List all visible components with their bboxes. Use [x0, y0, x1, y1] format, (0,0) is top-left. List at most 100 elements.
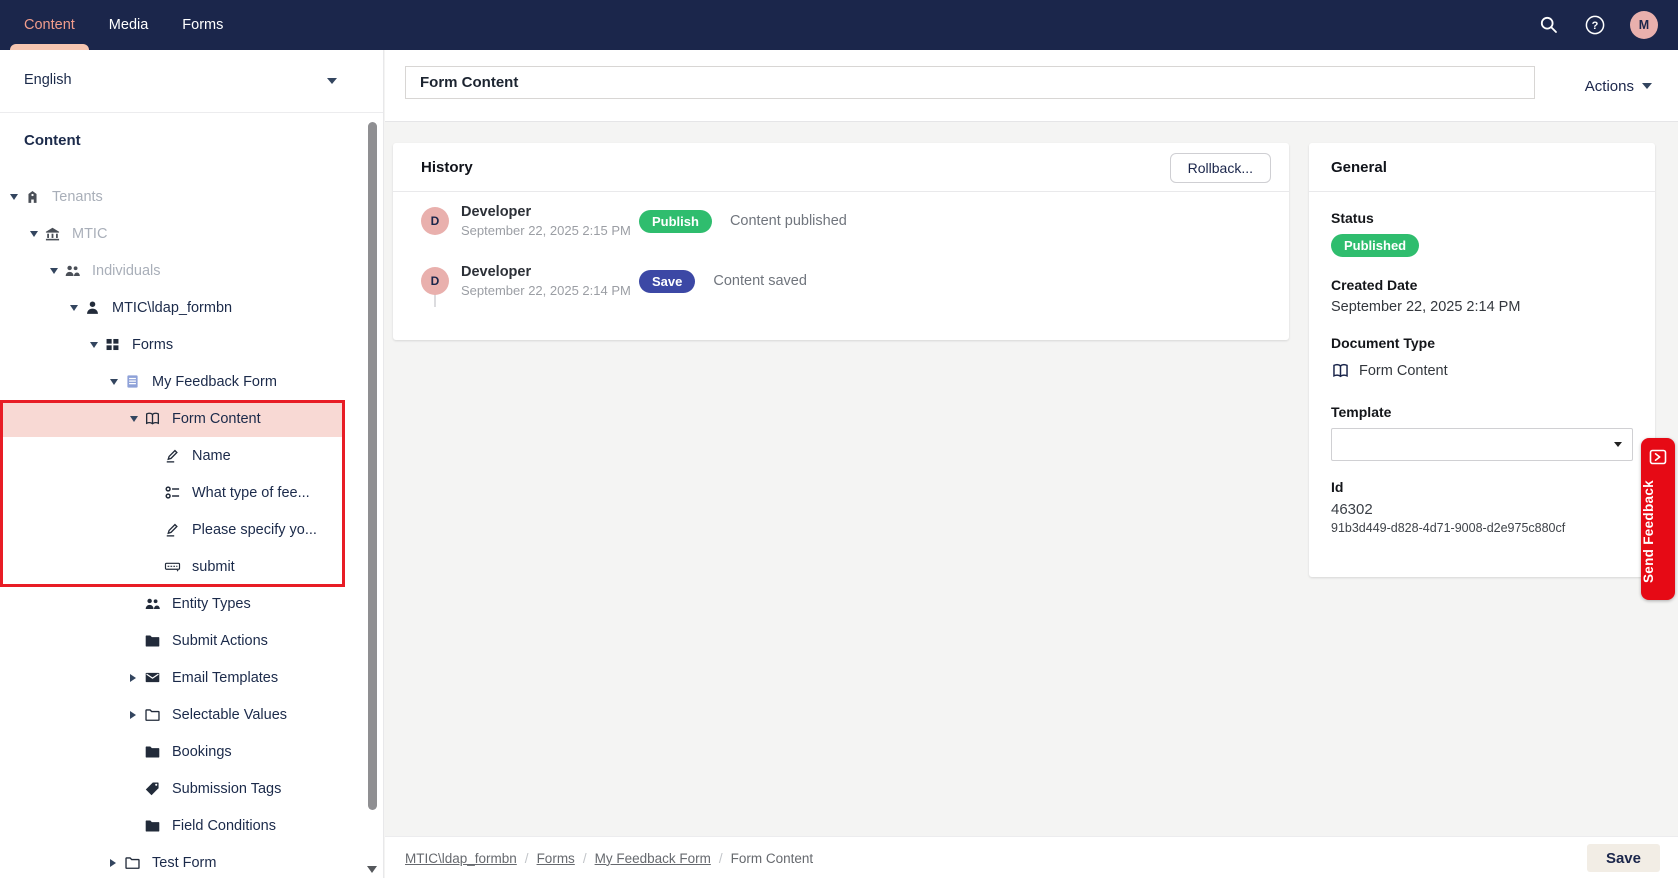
chevron-down-icon — [1614, 442, 1622, 447]
tree-item-email-templates[interactable]: Email Templates — [0, 659, 345, 696]
tab-content[interactable]: Content — [24, 0, 75, 50]
send-feedback-tab[interactable]: Send Feedback — [1641, 438, 1675, 600]
rollback-button[interactable]: Rollback... — [1170, 153, 1271, 183]
signature-icon — [164, 447, 181, 464]
tab-media[interactable]: Media — [109, 0, 149, 50]
breadcrumb-my-feedback-form[interactable]: My Feedback Form — [595, 851, 711, 866]
tree-section-label: Content — [24, 132, 81, 149]
breadcrumb-separator: / — [583, 851, 587, 866]
expander-caret[interactable] — [30, 231, 38, 237]
tab-forms[interactable]: Forms — [182, 0, 223, 50]
template-select[interactable] — [1331, 428, 1633, 461]
help-icon[interactable]: ? — [1584, 14, 1606, 36]
tree-item-label: My Feedback Form — [152, 374, 277, 390]
tree-item-submission-tags[interactable]: Submission Tags — [0, 770, 345, 807]
node-title-input[interactable] — [405, 66, 1535, 99]
history-panel-header: History Rollback... — [393, 143, 1289, 192]
people-icon — [64, 262, 81, 279]
search-icon[interactable] — [1538, 14, 1560, 36]
send-feedback-icon — [1648, 447, 1668, 467]
expander-caret[interactable] — [110, 379, 118, 385]
save-button[interactable]: Save — [1587, 844, 1660, 872]
user-avatar[interactable]: M — [1630, 11, 1658, 39]
language-dropdown[interactable]: English — [0, 50, 383, 113]
tree-item-label: Please specify yo... — [192, 522, 317, 538]
person-icon — [84, 299, 101, 316]
tree-item-tenants[interactable]: Tenants — [0, 178, 345, 215]
id-label: Id — [1331, 479, 1633, 495]
section-tabs: Content Media Forms — [24, 0, 223, 50]
expander-caret[interactable] — [110, 859, 116, 867]
tree-item-please-specify-yo[interactable]: Please specify yo... — [0, 511, 345, 548]
expander-caret[interactable] — [130, 674, 136, 682]
send-feedback-label: Send Feedback — [1641, 472, 1675, 592]
history-entry-text: Content saved — [713, 273, 807, 289]
top-navigation-bar: Content Media Forms ? M — [0, 0, 1678, 50]
tree-item-what-type-of-fee[interactable]: What type of fee... — [0, 474, 345, 511]
document-type-value: Form Content — [1359, 363, 1448, 379]
breadcrumb-mtic-ldap-formbn[interactable]: MTIC\ldap_formbn — [405, 851, 517, 866]
tree-item-form-content[interactable]: Form Content — [0, 400, 345, 437]
tree-item-selectable-values[interactable]: Selectable Values — [0, 696, 345, 733]
general-panel: General Status Published Created Date Se… — [1309, 143, 1655, 577]
history-entry-user: Developer — [461, 264, 639, 280]
tree-item-mtic-ldap-formbn[interactable]: MTIC\ldap_formbn — [0, 289, 345, 326]
breadcrumb: MTIC\ldap_formbn/Forms/My Feedback Form/… — [405, 837, 813, 878]
tree-item-label: Selectable Values — [172, 707, 287, 723]
svg-text:?: ? — [1592, 20, 1599, 32]
expander-caret[interactable] — [10, 194, 18, 200]
tree-item-mtic[interactable]: MTIC — [0, 215, 345, 252]
folder-icon — [144, 817, 161, 834]
expander-caret[interactable] — [90, 342, 98, 348]
folder-outline-icon — [124, 854, 141, 871]
bank-icon — [44, 225, 61, 242]
tree-item-field-conditions[interactable]: Field Conditions — [0, 807, 345, 844]
general-title: General — [1331, 143, 1387, 192]
tree-item-entity-types[interactable]: Entity Types — [0, 585, 345, 622]
tree-item-submit-actions[interactable]: Submit Actions — [0, 622, 345, 659]
envelope-icon — [144, 669, 161, 686]
tree-item-label: Forms — [132, 337, 173, 353]
breadcrumb-separator: / — [525, 851, 529, 866]
tree-item-name[interactable]: Name — [0, 437, 345, 474]
history-panel: History Rollback... DDeveloperSeptember … — [393, 143, 1289, 340]
tree-item-label: Bookings — [172, 744, 232, 760]
tree-item-label: What type of fee... — [192, 485, 310, 501]
people-icon — [144, 595, 161, 612]
tree-item-my-feedback-form[interactable]: My Feedback Form — [0, 363, 345, 400]
history-title: History — [421, 143, 473, 192]
scroll-down-arrow-icon[interactable] — [367, 866, 377, 873]
book-icon — [1331, 361, 1350, 380]
main-workspace: Actions History Rollback... DDeveloperSe… — [385, 50, 1678, 878]
tree-item-label: Email Templates — [172, 670, 278, 686]
tree-item-forms[interactable]: Forms — [0, 326, 345, 363]
sidebar-scrollbar-thumb[interactable] — [368, 122, 377, 810]
tree-item-bookings[interactable]: Bookings — [0, 733, 345, 770]
language-label: English — [24, 72, 72, 88]
expander-caret[interactable] — [130, 711, 136, 719]
actions-dropdown[interactable]: Actions — [1585, 50, 1652, 122]
tree-item-submit[interactable]: submit — [0, 548, 345, 585]
tree-item-individuals[interactable]: Individuals — [0, 252, 345, 289]
expander-caret[interactable] — [50, 268, 58, 274]
history-entry: DDeveloperSeptember 22, 2025 2:14 PMSave… — [421, 264, 1289, 298]
tag-icon — [144, 780, 161, 797]
id-value: 46302 — [1331, 501, 1633, 518]
template-label: Template — [1331, 404, 1633, 420]
breadcrumb-forms[interactable]: Forms — [537, 851, 575, 866]
tree-item-label: Tenants — [52, 189, 103, 205]
status-label: Status — [1331, 210, 1633, 226]
app-window: Content Media Forms ? M English Content — [0, 0, 1678, 878]
history-entry-date: September 22, 2025 2:15 PM — [461, 223, 639, 238]
history-entry-avatar: D — [421, 207, 449, 235]
actions-label: Actions — [1585, 78, 1634, 95]
breadcrumb-form-content: Form Content — [731, 851, 814, 866]
tree-item-label: submit — [192, 559, 235, 575]
tree-item-test-form[interactable]: Test Form — [0, 844, 345, 878]
history-entry-user: Developer — [461, 204, 639, 220]
radio-list-icon — [164, 484, 181, 501]
expander-caret[interactable] — [70, 305, 78, 311]
history-entry: DDeveloperSeptember 22, 2025 2:15 PMPubl… — [421, 204, 1289, 238]
expander-caret[interactable] — [130, 416, 138, 422]
document-type-label: Document Type — [1331, 335, 1633, 351]
